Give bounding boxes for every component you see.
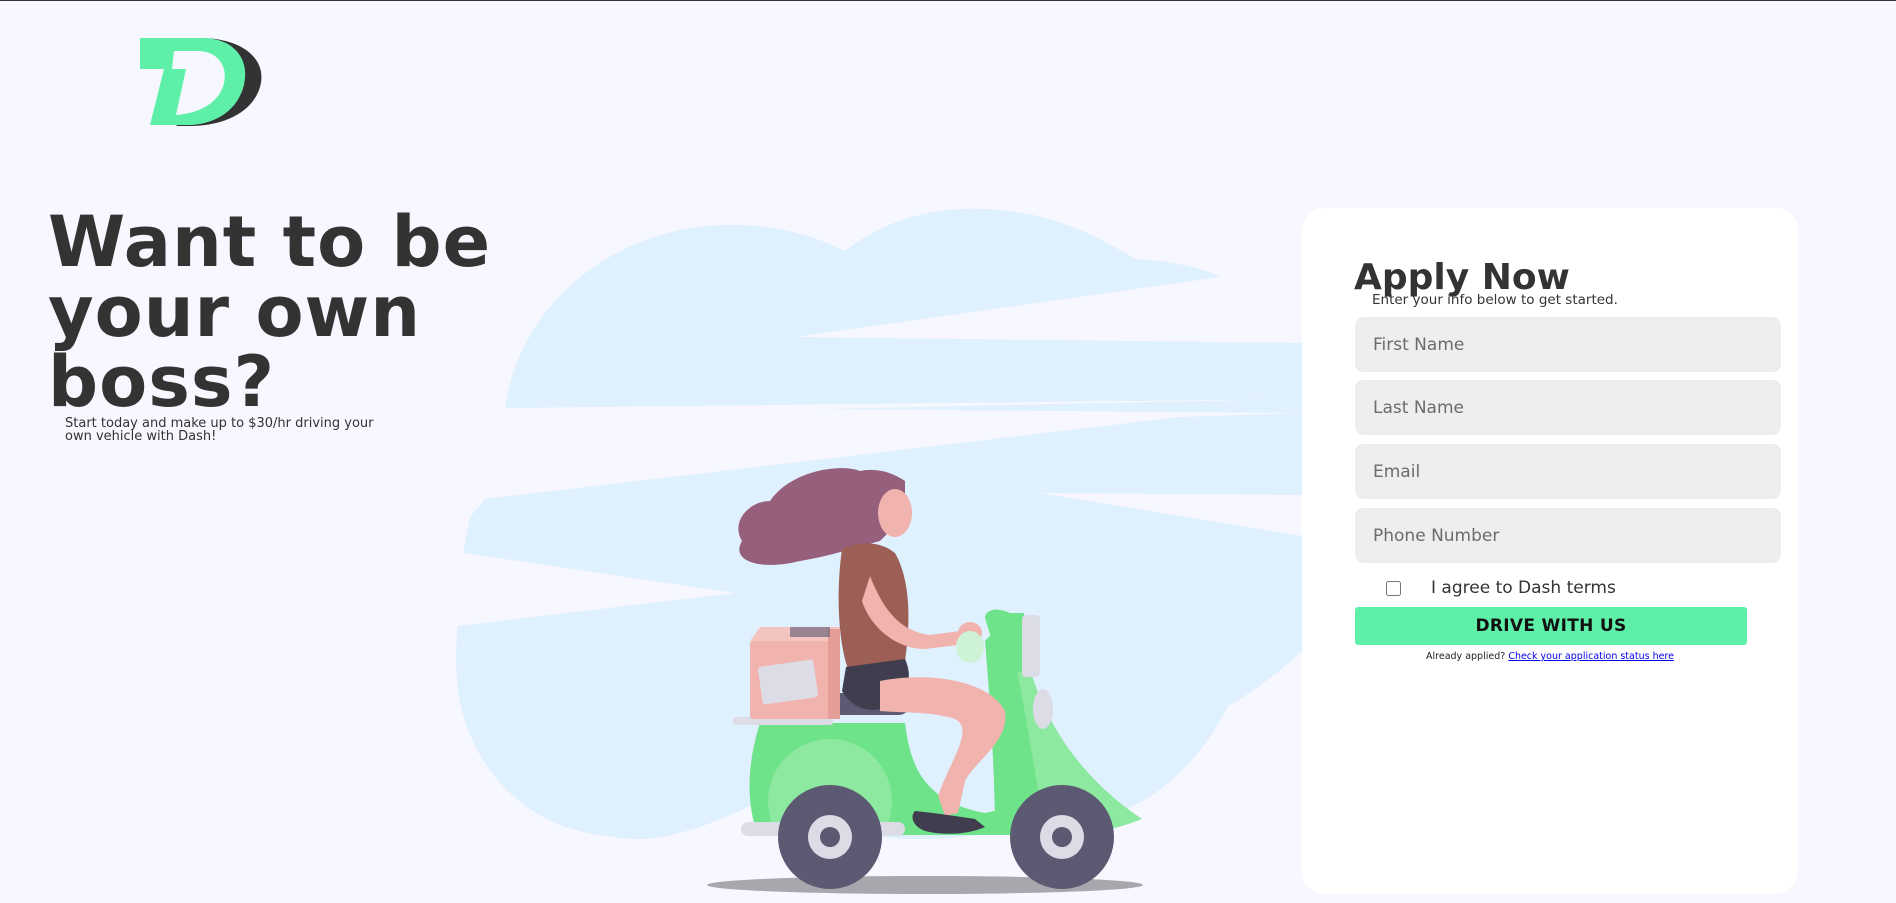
already-applied-row: Already applied? Check your application …	[1302, 651, 1798, 662]
scooter-headlight	[1033, 689, 1053, 729]
delivery-box	[750, 627, 840, 719]
apply-subtitle: Enter your info below to get started.	[1372, 292, 1618, 308]
terms-checkbox[interactable]	[1386, 580, 1401, 596]
terms-row[interactable]: I agree to Dash terms	[1386, 578, 1616, 598]
scooter-grip	[956, 631, 984, 663]
phone-number-input[interactable]	[1355, 508, 1781, 563]
apply-card: Apply Now Enter your info below to get s…	[1302, 208, 1798, 894]
scooter-handlebar	[1022, 615, 1040, 677]
terms-label: I agree to Dash terms	[1431, 578, 1616, 598]
drive-with-us-button[interactable]: DRIVE WITH US	[1355, 607, 1747, 645]
rider-face	[878, 489, 912, 537]
application-status-link[interactable]: Check your application status here	[1508, 651, 1674, 662]
already-applied-text: Already applied?	[1426, 651, 1506, 662]
email-input[interactable]	[1355, 444, 1781, 499]
first-name-input[interactable]	[1355, 317, 1781, 372]
last-name-input[interactable]	[1355, 380, 1781, 435]
